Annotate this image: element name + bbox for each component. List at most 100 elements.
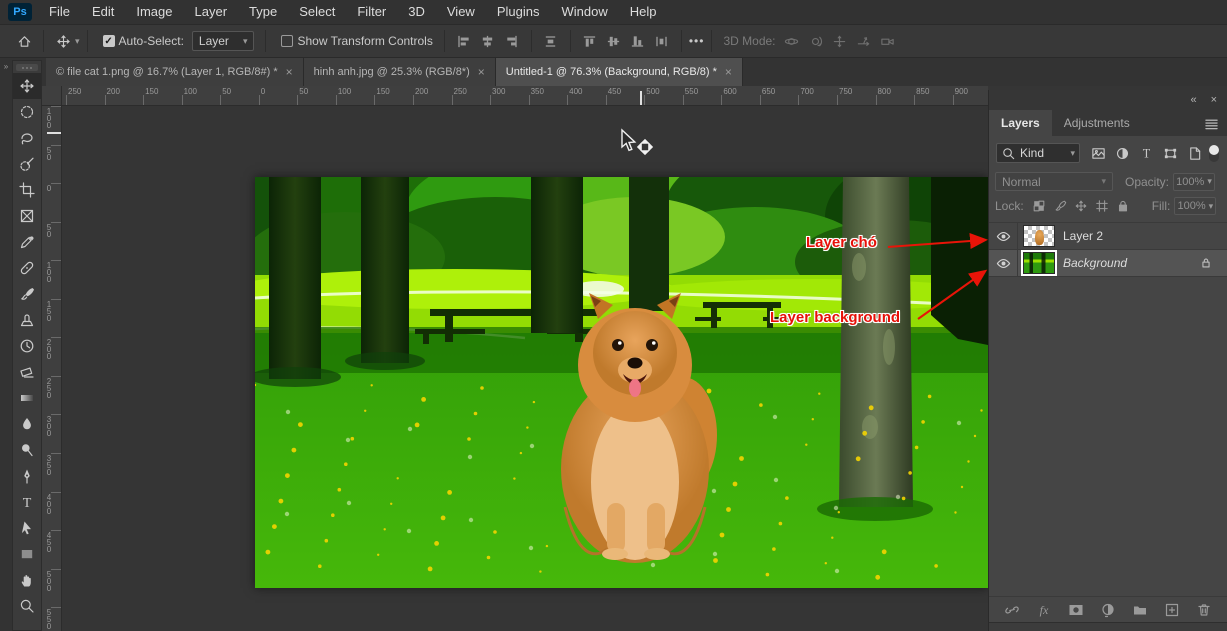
close-tab-icon[interactable]: × xyxy=(478,65,485,79)
new-layer-icon[interactable] xyxy=(1164,602,1180,618)
collapse-panels-icon[interactable]: « xyxy=(1190,94,1196,106)
3d-pan-icon[interactable] xyxy=(828,28,852,54)
3d-roll-icon[interactable] xyxy=(804,28,828,54)
layer-row-layer-2[interactable]: Layer 2 xyxy=(989,223,1227,250)
clone-stamp-tool[interactable] xyxy=(13,307,41,333)
document-tab-2[interactable]: hinh anh.jpg @ 25.3% (RGB/8*)× xyxy=(304,58,496,86)
menu-item-file[interactable]: File xyxy=(38,0,81,24)
smart-object-filter-icon[interactable] xyxy=(1187,146,1202,161)
lock-transparency-icon[interactable] xyxy=(1032,199,1046,213)
align-top-icon[interactable] xyxy=(578,28,602,54)
close-tab-icon[interactable]: × xyxy=(286,65,293,79)
layer-lock-icon[interactable] xyxy=(1199,256,1213,270)
menu-item-layer[interactable]: Layer xyxy=(184,0,239,24)
align-center-horizontal-icon[interactable] xyxy=(476,28,500,54)
eye-icon[interactable] xyxy=(989,250,1018,277)
horizontal-ruler[interactable]: 2502001501005005010015020025030035040045… xyxy=(62,86,988,106)
menu-item-help[interactable]: Help xyxy=(619,0,668,24)
layer-name[interactable]: Background xyxy=(1063,256,1127,270)
close-tab-icon[interactable]: × xyxy=(725,65,732,79)
zoom-tool[interactable] xyxy=(13,593,41,619)
more-options-button[interactable]: ••• xyxy=(689,34,705,48)
document-tab-3[interactable]: Untitled-1 @ 76.3% (Background, RGB/8) *… xyxy=(496,58,743,86)
align-left-icon[interactable] xyxy=(452,28,476,54)
layer-mask-icon[interactable] xyxy=(1068,602,1084,618)
layer-thumbnail[interactable] xyxy=(1023,225,1055,247)
lock-paint-icon[interactable] xyxy=(1053,199,1067,213)
expand-dock-icon[interactable]: » xyxy=(0,62,12,71)
menu-item-image[interactable]: Image xyxy=(125,0,183,24)
distribute-vertical-icon[interactable] xyxy=(539,28,563,54)
menu-item-type[interactable]: Type xyxy=(238,0,288,24)
lasso-tool[interactable] xyxy=(13,125,41,151)
chevron-down-icon[interactable]: ▾ xyxy=(75,36,80,47)
frame-tool[interactable] xyxy=(13,203,41,229)
layer-group-icon[interactable] xyxy=(1132,602,1148,618)
distribute-horizontal-icon[interactable] xyxy=(650,28,674,54)
link-layers-icon[interactable] xyxy=(1004,602,1020,618)
opacity-field[interactable]: 100% ▾ xyxy=(1173,173,1215,191)
crop-tool[interactable] xyxy=(13,177,41,203)
auto-select-checkbox[interactable]: ✓ xyxy=(103,35,115,47)
dodge-tool[interactable] xyxy=(13,437,41,463)
layer-name[interactable]: Layer 2 xyxy=(1063,229,1103,243)
healing-brush-tool[interactable] xyxy=(13,255,41,281)
align-middle-vertical-icon[interactable] xyxy=(602,28,626,54)
brush-tool[interactable] xyxy=(13,281,41,307)
layer-thumbnail[interactable] xyxy=(1023,252,1055,274)
vertical-ruler[interactable]: 1 0 05 005 01 0 01 5 02 0 02 5 03 0 03 5… xyxy=(42,106,62,631)
panel-tab-layers[interactable]: Layers xyxy=(989,110,1052,136)
rectangle-tool[interactable] xyxy=(13,541,41,567)
blur-tool[interactable] xyxy=(13,411,41,437)
document-tab-1[interactable]: © file cat 1.png @ 16.7% (Layer 1, RGB/8… xyxy=(46,58,304,86)
3d-orbit-icon[interactable] xyxy=(780,28,804,54)
3d-slide-icon[interactable] xyxy=(852,28,876,54)
move-tool[interactable] xyxy=(13,73,41,99)
delete-layer-icon[interactable] xyxy=(1196,602,1212,618)
menu-item-view[interactable]: View xyxy=(436,0,486,24)
object-selection-tool[interactable] xyxy=(13,151,41,177)
pen-tool[interactable] xyxy=(13,463,41,489)
blend-mode-dropdown[interactable]: Normal ▾ xyxy=(995,172,1113,191)
lock-artboard-icon[interactable] xyxy=(1095,199,1109,213)
menu-item-3d[interactable]: 3D xyxy=(397,0,436,24)
home-icon[interactable] xyxy=(12,28,36,54)
adjustment-layer-filter-icon[interactable] xyxy=(1115,146,1130,161)
filter-kind-dropdown[interactable]: Kind ▾ xyxy=(996,143,1080,163)
menu-item-filter[interactable]: Filter xyxy=(346,0,397,24)
move-tool-options-icon[interactable] xyxy=(51,28,75,54)
panel-tab-adjustments[interactable]: Adjustments xyxy=(1052,110,1142,136)
layer-row-background[interactable]: Background xyxy=(989,250,1227,277)
lock-position-icon[interactable] xyxy=(1074,199,1088,213)
path-selection-tool[interactable] xyxy=(13,515,41,541)
align-right-icon[interactable] xyxy=(500,28,524,54)
panel-menu-icon[interactable] xyxy=(1204,116,1219,131)
gradient-tool[interactable] xyxy=(13,385,41,411)
filter-toggle[interactable] xyxy=(1209,145,1219,162)
show-transform-checkbox[interactable] xyxy=(281,35,293,47)
hand-tool[interactable] xyxy=(13,567,41,593)
marquee-tool[interactable] xyxy=(13,99,41,125)
auto-select-target-dropdown[interactable]: Layer ▾ xyxy=(192,31,255,51)
document-canvas[interactable] xyxy=(255,177,988,588)
menu-item-window[interactable]: Window xyxy=(550,0,618,24)
type-tool[interactable]: T xyxy=(13,489,41,515)
pixel-layer-filter-icon[interactable] xyxy=(1091,146,1106,161)
menu-item-plugins[interactable]: Plugins xyxy=(486,0,551,24)
align-bottom-icon[interactable] xyxy=(626,28,650,54)
toolbar-grip[interactable] xyxy=(16,64,38,71)
lock-all-icon[interactable] xyxy=(1116,199,1130,213)
type-layer-filter-icon[interactable]: T xyxy=(1139,146,1154,161)
adjustment-layer-icon[interactable] xyxy=(1100,602,1116,618)
eraser-tool[interactable] xyxy=(13,359,41,385)
shape-layer-filter-icon[interactable] xyxy=(1163,146,1178,161)
fill-field[interactable]: 100% ▾ xyxy=(1174,197,1216,215)
3d-camera-icon[interactable] xyxy=(876,28,900,54)
photoshop-logo[interactable]: Ps xyxy=(8,3,32,21)
layer-effects-icon[interactable]: fx xyxy=(1036,602,1052,618)
close-panel-icon[interactable]: × xyxy=(1211,94,1217,106)
eye-icon[interactable] xyxy=(989,223,1018,250)
menu-item-select[interactable]: Select xyxy=(288,0,346,24)
history-brush-tool[interactable] xyxy=(13,333,41,359)
menu-item-edit[interactable]: Edit xyxy=(81,0,125,24)
